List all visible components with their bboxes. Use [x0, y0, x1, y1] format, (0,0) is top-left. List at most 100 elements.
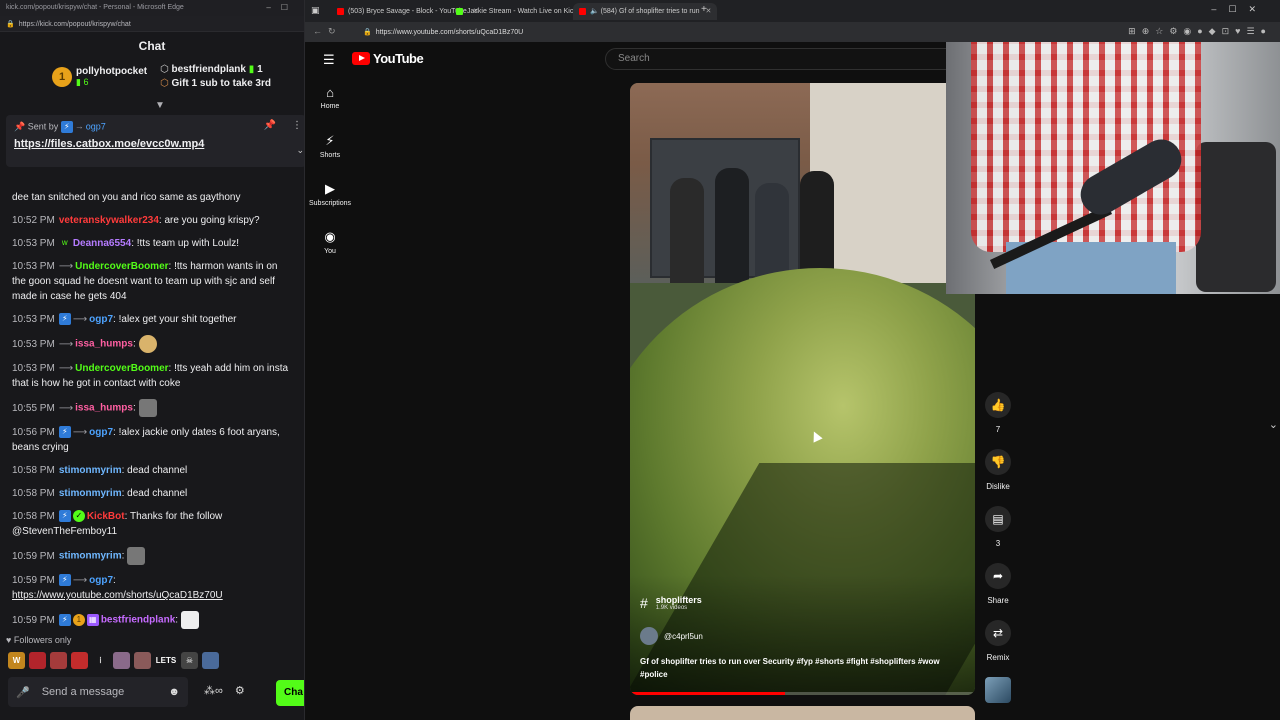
- window-controls[interactable]: –☐✕: [1211, 4, 1268, 15]
- comments-button[interactable]: ▤ 3: [983, 506, 1013, 563]
- next-short-preview[interactable]: [630, 706, 975, 720]
- pinned-message: 📌 Sent by ⚡ → ogp7 https://files.catbox.mo…: [6, 115, 304, 167]
- settings-gear-icon[interactable]: ⚙: [235, 684, 245, 697]
- back-reload-icons[interactable]: ←↻: [313, 26, 342, 37]
- tab-actions-icon[interactable]: ▣: [311, 5, 320, 16]
- like-button[interactable]: 👍 7: [983, 392, 1013, 449]
- chat-username[interactable]: ogp7: [89, 575, 113, 586]
- rail-item-shorts[interactable]: ⚡ Shorts: [305, 133, 355, 181]
- extension-icons[interactable]: ⊞⊕☆⚙◉●◆⊡♥☰●: [1128, 26, 1272, 37]
- rank-1-name: pollyhotpocket: [76, 66, 148, 77]
- emote-icon[interactable]: 𝗂: [92, 652, 109, 669]
- chat-window-controls[interactable]: –☐: [266, 3, 298, 12]
- chat-username[interactable]: ogp7: [89, 314, 113, 325]
- lock-icon: 🔒: [6, 21, 15, 28]
- gift-sub-cta[interactable]: Gift 1 sub to take 3rd: [172, 78, 271, 89]
- sound-thumbnail[interactable]: [985, 677, 1011, 703]
- short-channel[interactable]: @c4prl5un: [640, 627, 703, 645]
- chat-username[interactable]: issa_humps: [75, 339, 133, 350]
- browser-tab-active[interactable]: 🔈 (584) Gf of shoplifter tries to run ✕: [573, 3, 718, 20]
- youtube-search-input[interactable]: Search: [605, 48, 950, 70]
- chat-url-bar[interactable]: 🔒 https://kick.com/popout/krispyw/chat: [0, 16, 304, 32]
- chat-message-input[interactable]: 🎤 Send a message ☻: [8, 677, 188, 707]
- next-short-arrow-icon[interactable]: ⌄: [1269, 418, 1278, 431]
- chat-username[interactable]: stimonmyrim: [59, 551, 122, 562]
- channel-avatar: [640, 627, 658, 645]
- chat-username[interactable]: issa_humps: [75, 403, 133, 414]
- comment-icon: ▤: [985, 506, 1011, 532]
- emote-icon[interactable]: [202, 652, 219, 669]
- chat-username[interactable]: stimonmyrim: [59, 488, 122, 499]
- emote-icon[interactable]: [134, 652, 151, 669]
- chevron-down-icon[interactable]: ⌄: [296, 145, 304, 156]
- pinned-link[interactable]: https://files.catbox.moe/evcc0w.mp4: [14, 138, 298, 150]
- chat-input-placeholder: Send a message: [41, 686, 125, 698]
- chat-username[interactable]: bestfriendplank: [101, 615, 175, 626]
- url-field[interactable]: 🔒 https://www.youtube.com/shorts/uQcaD1Bz…: [353, 26, 1053, 39]
- chat-title-bar: kick.com/popout/krispyw/chat - Personal …: [0, 0, 304, 16]
- new-tab-icon[interactable]: +: [701, 4, 707, 15]
- person: [670, 178, 704, 283]
- emote-icon[interactable]: [50, 652, 67, 669]
- emote-icon[interactable]: [29, 652, 46, 669]
- chat-username[interactable]: KickBot: [87, 511, 125, 522]
- chat-message: 10:59 PM ⚡ 1 ▦ bestfriendplank:: [0, 611, 304, 629]
- emote-image-icon: [138, 399, 157, 417]
- chat-message: 10:53 PM ⟶ UndercoverBoomer: !tts yeah add…: [12, 363, 289, 389]
- chat-message: 10:58 PM stimonmyrim: dead channel: [12, 465, 188, 476]
- pinned-user[interactable]: ogp7: [86, 121, 106, 131]
- chat-username[interactable]: ogp7: [89, 427, 113, 438]
- emote-skull-icon[interactable]: ☠: [181, 652, 198, 669]
- sub-badge-icon: w: [61, 238, 68, 248]
- short-actions: 👍 7 👎 Dislike ▤ 3 ➦ Share ⇄ Remix: [983, 392, 1013, 703]
- pin-icon[interactable]: 📌: [264, 120, 276, 131]
- hashtag-chip[interactable]: # shoplifters 1.9K videos: [640, 595, 702, 611]
- verified-icon: ⚡: [58, 614, 71, 626]
- mic-icon[interactable]: 🎤: [16, 686, 30, 699]
- expand-leaderboard-icon[interactable]: ▼: [155, 100, 165, 111]
- emoji-picker-icon[interactable]: ☻: [168, 686, 180, 698]
- chat-messages: dee tan snitched on you and rico same as…: [0, 190, 304, 637]
- person: [755, 183, 789, 283]
- youtube-side-rail: ⌂ Home ⚡ Shorts ▶ Subscriptions ◉ You: [305, 85, 355, 277]
- remix-button[interactable]: ⇄ Remix: [983, 620, 1013, 677]
- chat-username[interactable]: veteranskywalker234: [59, 215, 159, 226]
- chat-username[interactable]: UndercoverBoomer: [75, 261, 168, 272]
- emote-w-icon[interactable]: W: [8, 652, 25, 669]
- silver-medal-icon: ⬡: [160, 64, 169, 75]
- chat-username[interactable]: stimonmyrim: [59, 465, 122, 476]
- chat-message: 10:53 PM w Deanna6554: !tts team up with L…: [12, 238, 240, 249]
- rail-item-you[interactable]: ◉ You: [305, 229, 355, 277]
- verified-icon: ⚡: [58, 510, 71, 523]
- rail-item-subscriptions[interactable]: ▶ Subscriptions: [305, 181, 355, 229]
- more-options-icon[interactable]: ⋮: [292, 120, 302, 131]
- emote-icon[interactable]: [113, 652, 130, 669]
- audio-icon[interactable]: 🔈: [590, 8, 599, 15]
- chat-username[interactable]: Deanna6554: [73, 238, 131, 249]
- chat-message: 10:53 PM ⟶ UndercoverBoomer: !tts harmon w…: [12, 261, 278, 302]
- kick-favicon-icon: [456, 7, 463, 15]
- kick-chat-window: kick.com/popout/krispyw/chat - Personal …: [0, 0, 305, 720]
- emote-lets-icon[interactable]: LETS: [155, 652, 177, 669]
- users-icon[interactable]: ⁂∞: [204, 684, 223, 697]
- rail-item-home[interactable]: ⌂ Home: [305, 85, 355, 133]
- lock-icon: 🔒: [363, 29, 372, 36]
- share-button[interactable]: ➦ Share: [983, 563, 1013, 620]
- hashtag-icon: #: [640, 595, 648, 611]
- chat-send-button[interactable]: Cha: [276, 680, 304, 706]
- dislike-button[interactable]: 👎 Dislike: [983, 449, 1013, 506]
- leaderboard-rank-2[interactable]: ⬡ bestfriendplank ▮ 1 ⬡ Gift 1 sub to ta…: [160, 64, 271, 92]
- chat-message: 10:53 PM ⟶ issa_humps:: [0, 335, 304, 353]
- emote-icon[interactable]: [71, 652, 88, 669]
- hamburger-menu-icon[interactable]: ☰: [323, 52, 335, 68]
- browser-tab-bar: ▣ (503) Bryce Savage - Block - YouTube ✕ …: [305, 0, 1280, 22]
- video-progress-bar[interactable]: [630, 692, 975, 695]
- chat-link[interactable]: https://www.youtube.com/shorts/uQcaD1Bz7…: [12, 590, 223, 601]
- short-video-player[interactable]: # shoplifters 1.9K videos @c4prl5un Gf of…: [630, 83, 975, 695]
- youtube-logo[interactable]: YouTube: [352, 51, 424, 66]
- chat-message: 10:58 PM ⚡ ✓ KickBot: Thanks for the follow…: [12, 510, 223, 537]
- chat-tools: ⁂∞ ⚙: [204, 684, 245, 697]
- leaderboard-rank-1[interactable]: 1 pollyhotpocket ▮ 6: [52, 66, 147, 88]
- webcam-chair: [1196, 142, 1276, 292]
- chat-username[interactable]: UndercoverBoomer: [75, 363, 168, 374]
